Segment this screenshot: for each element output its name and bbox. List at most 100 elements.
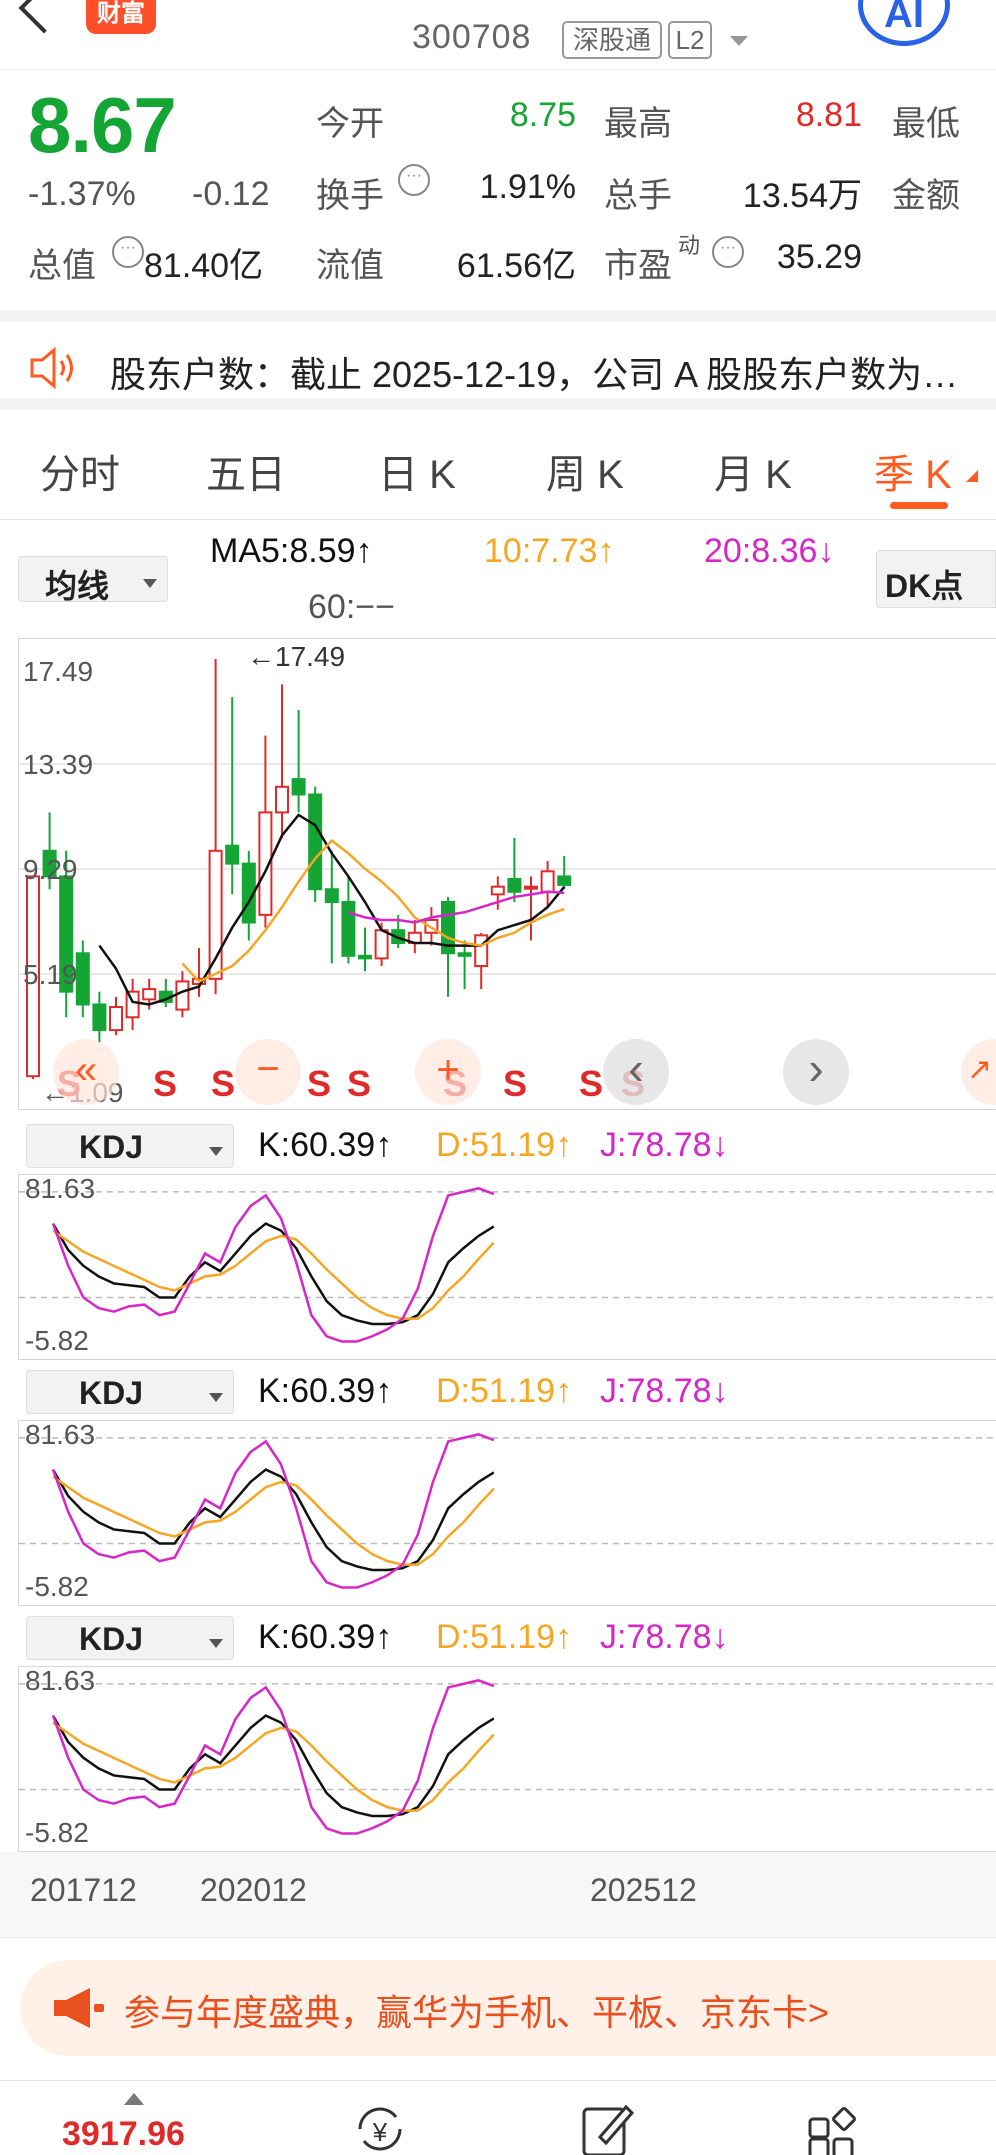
candle-body xyxy=(324,888,339,904)
x-axis-label: 202512 xyxy=(590,1872,697,1908)
grid-icon[interactable] xyxy=(804,2099,864,2155)
candle-body xyxy=(225,844,240,865)
candle-body xyxy=(507,877,522,893)
kline-chart[interactable]: 17.49 13.39 9.29 5.19 xyxy=(19,639,996,1111)
info-icon[interactable]: ··· xyxy=(112,236,144,268)
y-axis-label: 9.29 xyxy=(23,854,78,885)
candle-body xyxy=(175,980,190,1011)
info-icon[interactable]: ··· xyxy=(712,236,744,268)
kdj-y-bottom: -5.82 xyxy=(25,1571,89,1602)
top-bar: 财富 300708 深股通 L2 AI xyxy=(0,0,996,70)
kdj-d-line xyxy=(52,1475,495,1566)
tab-five-day[interactable]: 五日 xyxy=(206,442,286,500)
candle-body xyxy=(557,875,572,886)
kdj-chart-2[interactable]: 81.63 -5.82 xyxy=(18,1419,996,1607)
kdj-y-top: 81.63 xyxy=(25,1173,96,1204)
kdj-chart-1[interactable]: 81.63 -5.82 xyxy=(18,1173,996,1361)
dk-point-label: DK点 xyxy=(885,568,964,604)
promo-banner[interactable]: 参与年度盛典，赢华为手机、平板、京东卡> xyxy=(20,1960,996,2056)
ai-button[interactable]: AI xyxy=(858,0,950,46)
amount-label: 金额 xyxy=(892,177,960,215)
notice-bar[interactable]: 股东户数：截止 2025-12-19，公司 A 股股东户数为… xyxy=(0,310,996,410)
tab-monthly-k[interactable]: 月 K xyxy=(714,442,792,500)
brand-badge: 财富 xyxy=(86,0,156,34)
kdj-chart-3[interactable]: 81.63 -5.82 xyxy=(18,1665,996,1853)
ma60-value: 60:−− xyxy=(308,588,395,626)
nav-prev-button[interactable]: ‹ xyxy=(603,1039,669,1105)
candle-body xyxy=(474,934,489,968)
kdj-y-bottom: -5.82 xyxy=(25,1817,89,1848)
kdj-selector-label: KDJ xyxy=(79,1129,144,1165)
zoom-in-icon[interactable]: + xyxy=(415,1039,481,1105)
turnover-label: 换手 xyxy=(316,177,384,215)
rewind-icon[interactable]: « xyxy=(53,1039,119,1105)
kdj-d-line xyxy=(52,1229,495,1320)
speaker-icon xyxy=(30,346,73,390)
candle-body xyxy=(490,885,505,896)
tab-intraday[interactable]: 分时 xyxy=(40,442,120,500)
j-value: J:78.78↓ xyxy=(600,1372,729,1410)
stock-code[interactable]: 300708 xyxy=(412,18,531,57)
dk-point-button[interactable]: DK点 xyxy=(876,550,996,608)
up-arrow-icon xyxy=(124,2093,144,2105)
promo-text: 参与年度盛典，赢华为手机、平板、京东卡> xyxy=(124,1992,830,2033)
turnover-value: 1.91% xyxy=(479,168,576,206)
kline-panel[interactable]: 17.4913.399.295.19 ←1.09 ←17.49 S S S S … xyxy=(18,638,996,1110)
y-axis-label: 17.49 xyxy=(23,656,93,687)
notice-text: 股东户数：截止 2025-12-19，公司 A 股股东户数为… xyxy=(110,354,959,395)
level-tag: L2 xyxy=(668,21,712,59)
connect-tag: 深股通 xyxy=(562,21,662,59)
chevron-down-icon[interactable] xyxy=(966,470,978,482)
kdj-j-line xyxy=(51,1679,495,1835)
candle-body xyxy=(358,954,372,960)
candle-body xyxy=(341,901,356,957)
candle-body xyxy=(109,1006,123,1032)
chevron-down-icon xyxy=(209,1147,223,1156)
candle-body xyxy=(308,793,323,891)
max-price-label: ←17.49 xyxy=(247,641,346,672)
signal-mark: S xyxy=(347,1063,372,1104)
kdj-chart[interactable] xyxy=(19,1175,996,1361)
signal-mark: S xyxy=(307,1063,332,1104)
kdj-chart[interactable] xyxy=(19,1667,996,1853)
high-label: 最高 xyxy=(604,105,672,143)
signal-mark: S xyxy=(211,1063,236,1104)
signal-mark: S xyxy=(153,1063,178,1104)
ma10-value: 10:7.73↑ xyxy=(484,532,615,570)
zoom-out-icon[interactable]: − xyxy=(235,1039,301,1105)
tab-weekly-k[interactable]: 周 K xyxy=(546,442,624,500)
x-axis-label: 201712 xyxy=(30,1872,137,1908)
change-percent: -1.37% xyxy=(28,175,136,213)
kdj-selector-label: KDJ xyxy=(79,1621,144,1657)
open-label: 今开 xyxy=(316,105,384,143)
nav-next-button[interactable]: › xyxy=(783,1039,849,1105)
tab-daily-k[interactable]: 日 K xyxy=(378,442,456,500)
float-label: 流值 xyxy=(316,247,384,285)
kdj-selector[interactable]: KDJ xyxy=(26,1370,234,1414)
k-value: K:60.39↑ xyxy=(258,1372,393,1410)
chevron-down-icon[interactable] xyxy=(730,36,748,46)
k-value: K:60.39↑ xyxy=(258,1126,393,1164)
candle-body xyxy=(275,785,289,814)
tab-quarterly-k[interactable]: 季 K xyxy=(874,442,952,500)
candle-body xyxy=(92,1003,107,1032)
yuan-cycle-icon[interactable]: ¥ xyxy=(350,2099,410,2155)
candle-body xyxy=(457,952,472,957)
index-value[interactable]: 3917.96 xyxy=(62,2115,185,2154)
kdj-chart[interactable] xyxy=(19,1421,996,1607)
pe-superscript: 动 xyxy=(678,233,701,258)
float-value: 61.56亿 xyxy=(456,247,576,285)
ma-selector[interactable]: 均线 xyxy=(18,556,168,604)
change-amount: -0.12 xyxy=(192,175,270,213)
period-tabs: 分时 五日 日 K 周 K 月 K 季 K xyxy=(0,420,996,520)
pe-value: 35.29 xyxy=(776,238,862,276)
open-value: 8.75 xyxy=(509,96,576,134)
candle-body xyxy=(374,929,389,960)
info-icon[interactable]: ··· xyxy=(398,164,430,196)
candle-body xyxy=(524,885,538,890)
kdj-selector[interactable]: KDJ xyxy=(26,1616,234,1660)
back-icon[interactable] xyxy=(18,0,70,34)
ma-selector-label: 均线 xyxy=(45,568,110,604)
kdj-selector[interactable]: KDJ xyxy=(26,1124,234,1168)
edit-icon[interactable] xyxy=(578,2099,638,2155)
